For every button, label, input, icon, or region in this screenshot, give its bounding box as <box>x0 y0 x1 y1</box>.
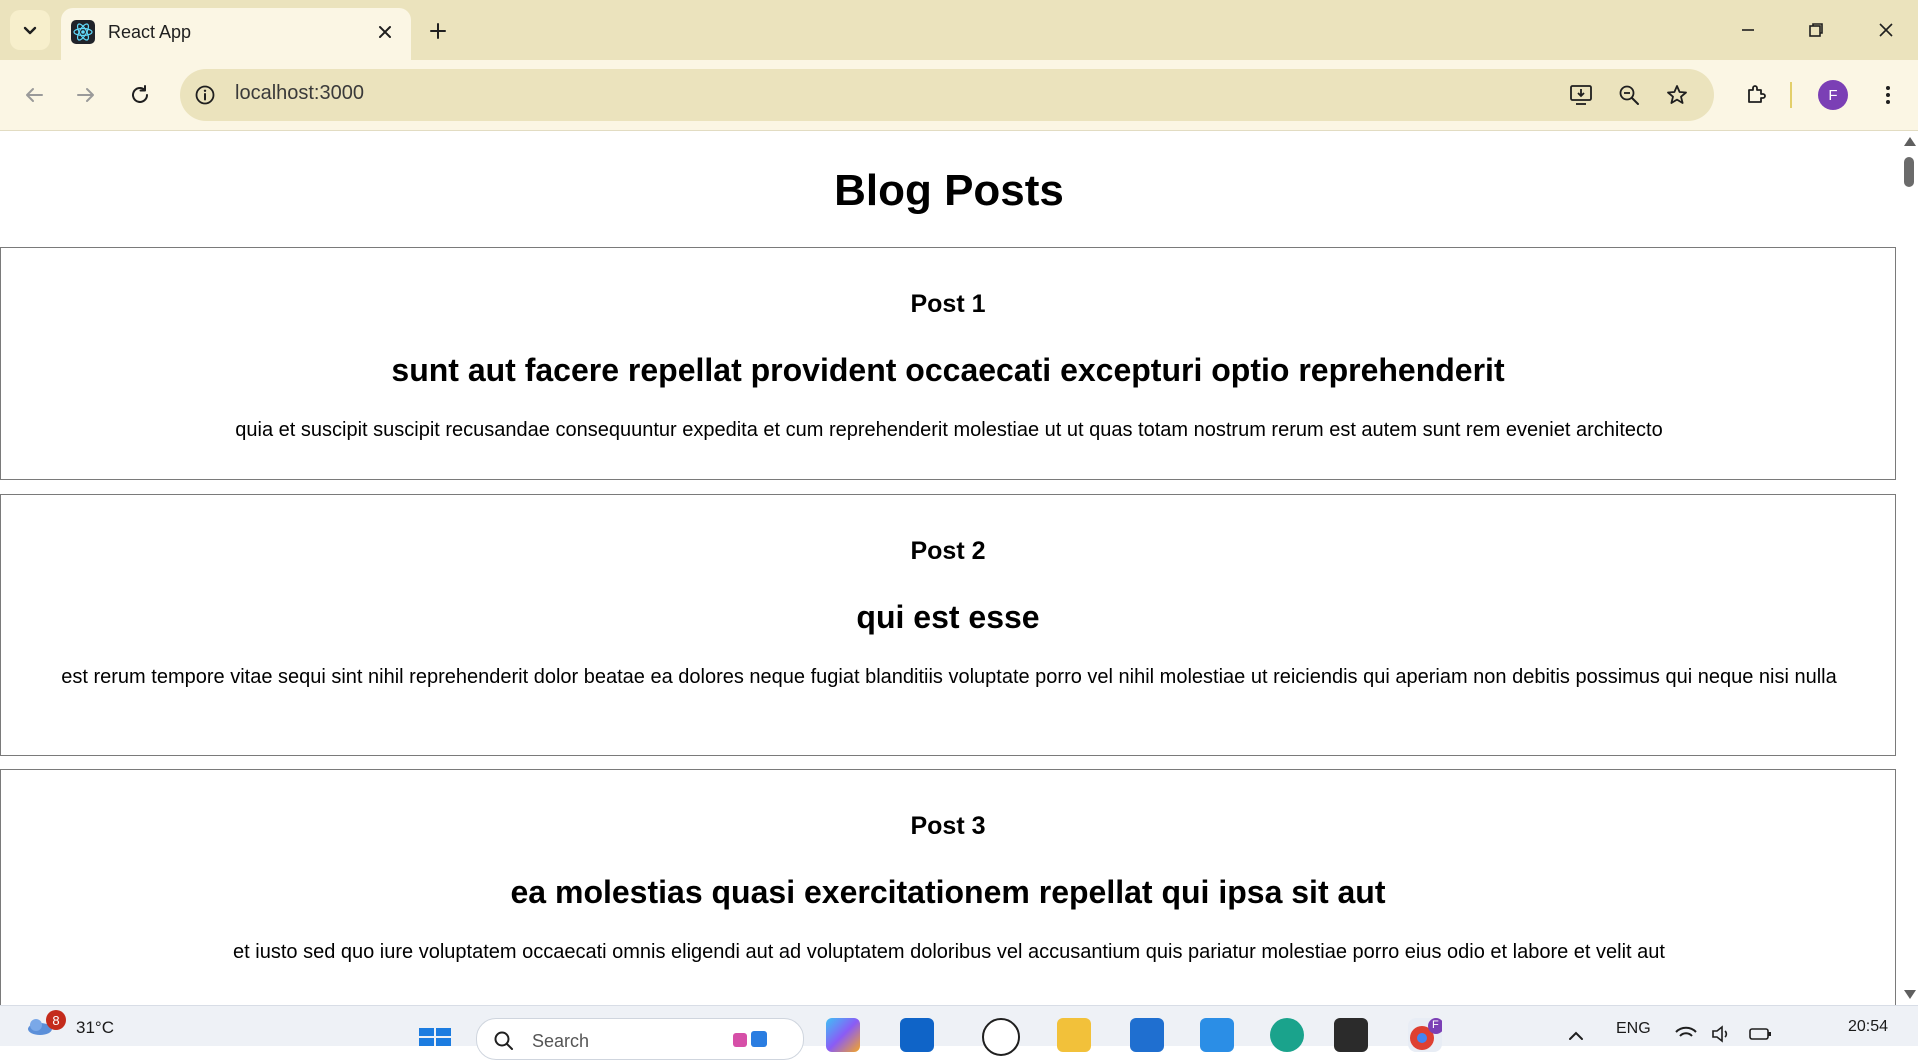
react-logo-icon <box>71 20 95 44</box>
weather-temperature[interactable]: 31°C <box>76 1018 114 1038</box>
copilot-icon[interactable] <box>826 1018 860 1052</box>
bookmark-star-icon[interactable] <box>1662 80 1692 110</box>
toolbar-divider <box>1790 82 1792 108</box>
file-explorer-icon[interactable] <box>1057 1018 1091 1052</box>
scroll-thumb[interactable] <box>1904 157 1914 187</box>
profile-avatar[interactable]: F <box>1818 80 1848 110</box>
page-viewport: Blog Posts Post 1 sunt aut facere repell… <box>0 131 1900 1005</box>
edge-icon[interactable] <box>1270 1018 1304 1052</box>
extensions-puzzle-icon[interactable] <box>1736 75 1776 115</box>
tab-title: React App <box>108 22 192 42</box>
post-label: Post 3 <box>910 812 986 840</box>
windows-start-icon[interactable] <box>418 1026 452 1046</box>
post-body: est rerum tempore vitae sequi sint nihil… <box>61 666 1837 688</box>
microsoft-store-icon[interactable] <box>1130 1018 1164 1052</box>
post-title: qui est esse <box>856 599 1040 635</box>
post-label: Post 2 <box>910 537 986 565</box>
browser-toolbar: localhost:3000 F <box>0 60 1918 131</box>
reload-icon[interactable] <box>120 75 160 115</box>
minimize-icon[interactable] <box>1728 10 1768 50</box>
vertical-scrollbar[interactable] <box>1900 131 1918 1005</box>
page-title: Blog Posts <box>834 166 1064 215</box>
post-label: Post 1 <box>910 290 986 318</box>
notification-badge: 8 <box>46 1010 66 1030</box>
dell-icon[interactable] <box>982 1018 1020 1056</box>
forward-arrow-icon[interactable] <box>66 75 106 115</box>
post-title: sunt aut facere repellat provident occae… <box>391 352 1505 388</box>
clock-time[interactable]: 20:54 <box>1848 1018 1888 1036</box>
outlook-icon[interactable] <box>900 1018 934 1052</box>
battery-icon[interactable] <box>1748 1024 1774 1044</box>
tab-search-button[interactable] <box>10 10 50 50</box>
tab-strip: React App <box>0 0 1918 60</box>
address-bar[interactable]: localhost:3000 <box>180 69 1714 121</box>
restore-icon[interactable] <box>1796 10 1836 50</box>
wifi-icon[interactable] <box>1674 1024 1698 1044</box>
terminal-icon[interactable] <box>1334 1018 1368 1052</box>
post-card: Post 3 ea molestias quasi exercitationem… <box>0 769 1896 1005</box>
active-tab[interactable]: React App <box>61 8 411 60</box>
zoom-out-icon[interactable] <box>1614 80 1644 110</box>
post-title: ea molestias quasi exercitationem repell… <box>510 874 1386 910</box>
volume-icon[interactable] <box>1710 1024 1734 1044</box>
post-card: Post 1 sunt aut facere repellat providen… <box>0 247 1896 480</box>
close-tab-icon[interactable] <box>373 20 397 44</box>
site-info-icon[interactable] <box>192 82 218 108</box>
post-card: Post 2 qui est esse est rerum tempore vi… <box>0 494 1896 756</box>
language-indicator[interactable]: ENG <box>1616 1020 1651 1038</box>
vscode-icon[interactable] <box>1200 1018 1234 1052</box>
chevron-up-icon[interactable] <box>1566 1028 1586 1042</box>
scroll-up-arrow-icon[interactable] <box>1904 137 1916 146</box>
windows-taskbar: 8 31°C Search F ENG 20:54 <box>0 1005 1918 1060</box>
taskbar-search-box[interactable]: Search <box>476 1018 804 1060</box>
search-highlight-icon <box>733 1031 767 1047</box>
chevron-down-icon <box>23 26 37 35</box>
url-text[interactable]: localhost:3000 <box>235 82 364 105</box>
post-body: et iusto sed quo iure voluptatem occaeca… <box>233 941 1665 963</box>
search-icon <box>494 1031 513 1050</box>
install-app-icon[interactable] <box>1566 80 1596 110</box>
search-placeholder: Search <box>532 1031 590 1051</box>
chrome-icon[interactable]: F <box>1408 1018 1444 1052</box>
more-menu-icon[interactable] <box>1868 75 1908 115</box>
scroll-down-arrow-icon[interactable] <box>1904 990 1916 999</box>
post-body: quia et suscipit suscipit recusandae con… <box>235 419 1663 441</box>
back-arrow-icon[interactable] <box>14 75 54 115</box>
chrome-profile-initial: F <box>1432 1019 1439 1031</box>
close-window-icon[interactable] <box>1866 10 1906 50</box>
new-tab-plus-icon[interactable] <box>423 16 453 46</box>
